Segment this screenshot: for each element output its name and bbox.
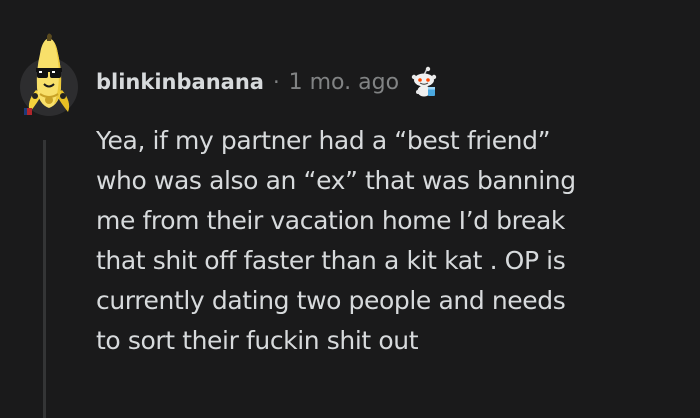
comment-body-line: me from their vacation home I’d break [96, 206, 565, 235]
comment-meta: blinkinbanana · 1 mo. ago [96, 64, 439, 100]
collapse-thread-line[interactable] [43, 140, 46, 418]
comment-timestamp[interactable]: 1 mo. ago [289, 70, 399, 95]
comment: blinkinbanana · 1 mo. ago Yea, if my par… [0, 0, 700, 418]
comment-body-line: who was also an “ex” that was banning [96, 166, 576, 195]
meta-separator: · [272, 70, 280, 94]
comment-body-line: to sort their fuckin shit out [96, 326, 419, 355]
snoo-award-icon[interactable] [409, 66, 439, 98]
comment-body: Yea, if my partner had a “best friend” w… [96, 121, 686, 361]
comment-body-line: Yea, if my partner had a “best friend” [96, 126, 551, 155]
banana-snoo-avatar-icon[interactable] [18, 32, 80, 118]
comment-body-line: that shit off faster than a kit kat . OP… [96, 246, 566, 275]
author-username[interactable]: blinkinbanana [96, 70, 264, 94]
comment-body-line: currently dating two people and needs [96, 286, 566, 315]
